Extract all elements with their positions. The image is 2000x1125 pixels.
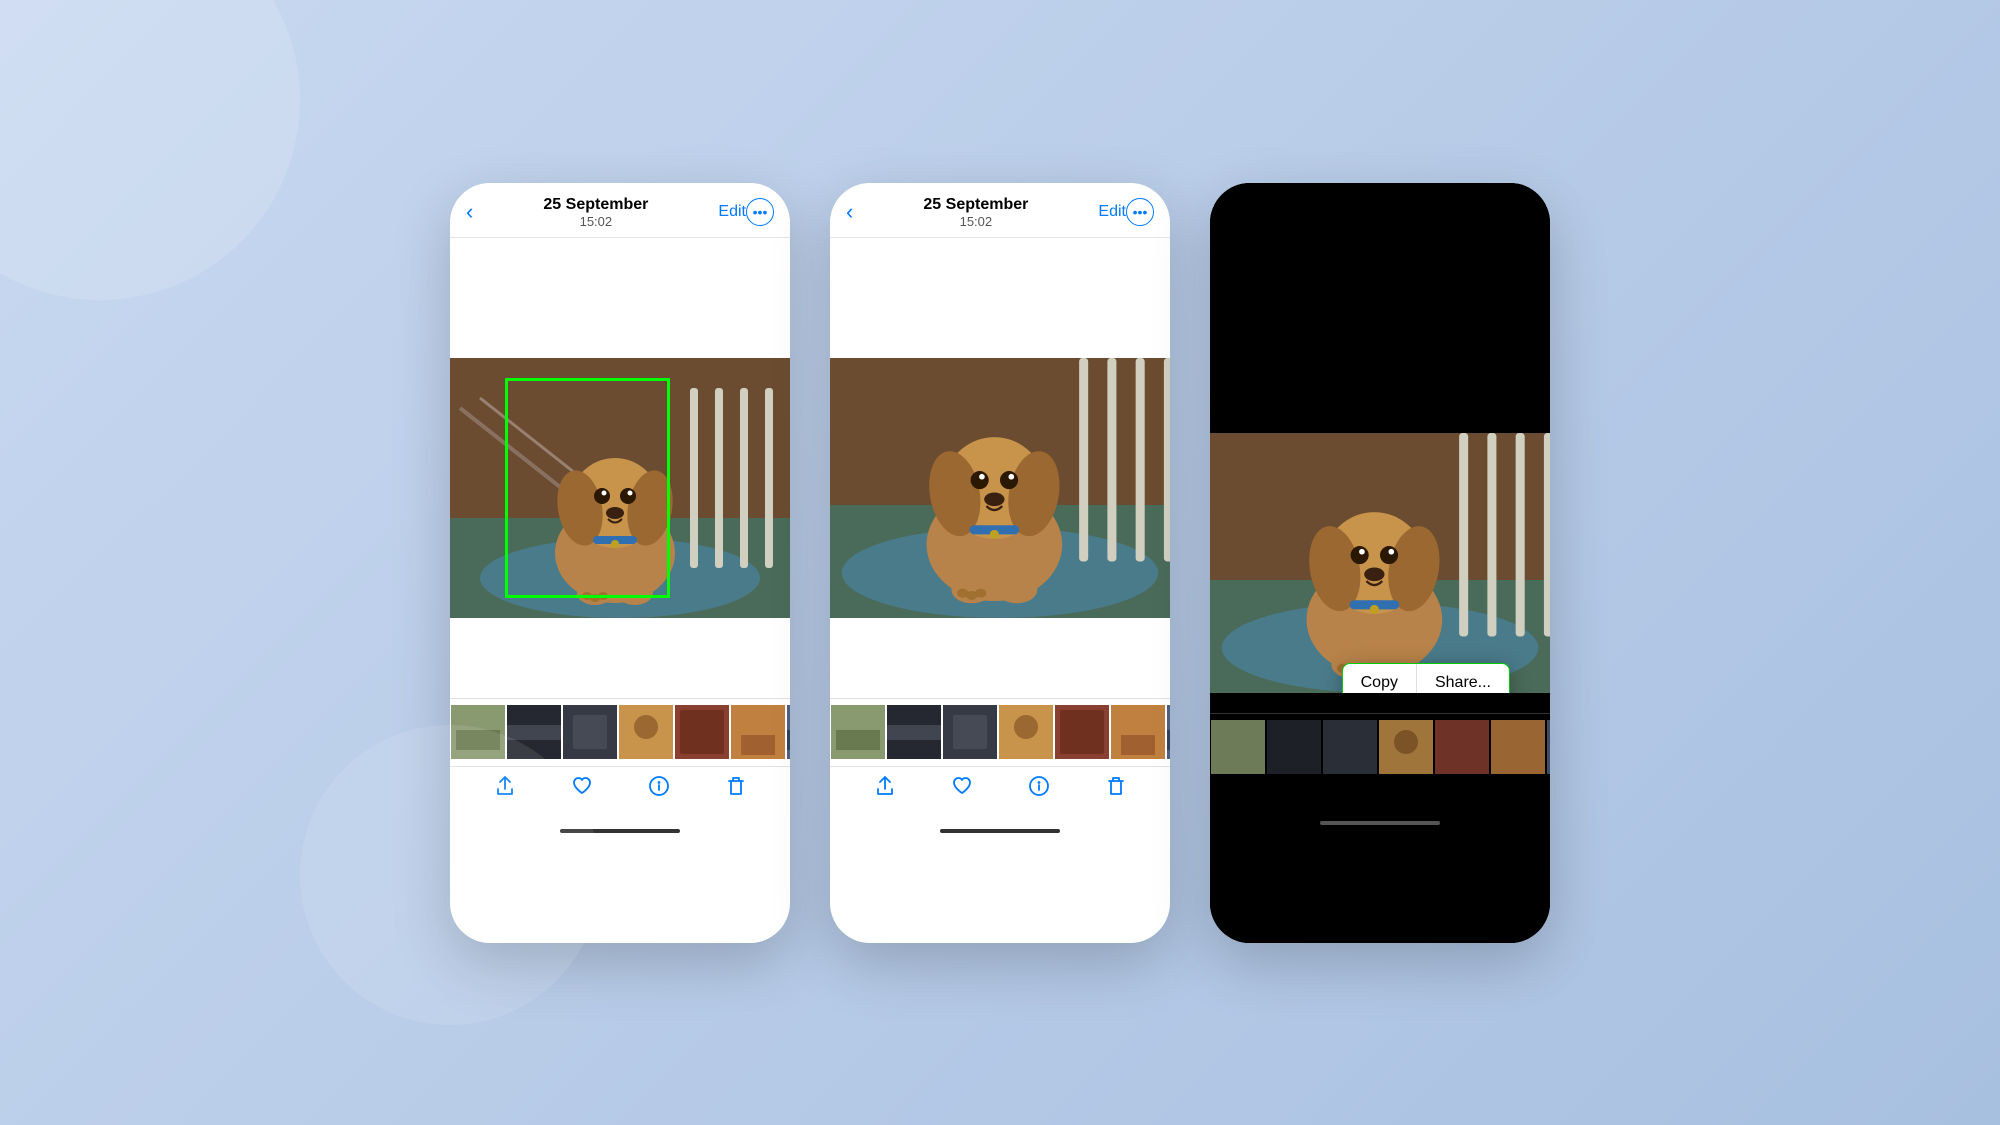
ellipsis-icon-1: ••• (753, 204, 768, 220)
info-button-2[interactable] (1028, 775, 1050, 803)
header-date-2: 25 September (853, 195, 1098, 214)
home-indicator-2 (830, 819, 1170, 843)
bottom-toolbar-1 (450, 766, 790, 819)
delete-button-1[interactable] (725, 775, 747, 803)
header-date-1: 25 September (473, 195, 718, 214)
edit-button-2[interactable]: Edit (1098, 203, 1126, 221)
thumbnail-3-1[interactable] (1211, 720, 1265, 774)
home-bar-2 (940, 829, 1060, 833)
header-time-1: 15:02 (473, 214, 718, 229)
photo-header-2: ‹ 25 September 15:02 Edit ••• (830, 183, 1170, 238)
phone-frame-3: Copy Share... (1210, 183, 1550, 943)
home-indicator-3 (1210, 811, 1550, 835)
ellipsis-icon-2: ••• (1133, 204, 1148, 220)
edit-button-1[interactable]: Edit (718, 203, 746, 221)
dark-photo-area: Copy Share... (1210, 183, 1550, 943)
thumbnail-7[interactable] (787, 705, 790, 759)
thumbnail-3-3[interactable] (1323, 720, 1377, 774)
thumbnail-1[interactable] (451, 705, 505, 759)
thumbnail-2-5[interactable] (1055, 705, 1109, 759)
thumbnail-6[interactable] (731, 705, 785, 759)
home-bar-3 (1320, 821, 1440, 825)
share-button-1[interactable] (494, 775, 516, 803)
thumbnail-strip-3 (1210, 713, 1550, 781)
home-bar-1 (560, 829, 680, 833)
header-time-2: 15:02 (853, 214, 1098, 229)
phone-frame-1: ‹ 25 September 15:02 Edit ••• (450, 183, 790, 943)
home-indicator-1 (450, 819, 790, 843)
thumbnail-strip-2 (830, 698, 1170, 766)
thumbnail-2-7[interactable] (1167, 705, 1170, 759)
thumbnail-4[interactable] (619, 705, 673, 759)
top-spacer-1 (450, 238, 790, 358)
favorite-button-2[interactable] (951, 775, 973, 803)
photo-header-1: ‹ 25 September 15:02 Edit ••• (450, 183, 790, 238)
thumbnail-2[interactable] (507, 705, 561, 759)
share-button-2[interactable] (874, 775, 896, 803)
favorite-button-1[interactable] (571, 775, 593, 803)
thumbnail-3-6[interactable] (1491, 720, 1545, 774)
more-button-1[interactable]: ••• (746, 198, 774, 226)
thumbnail-3[interactable] (563, 705, 617, 759)
thumbnail-2-2[interactable] (887, 705, 941, 759)
top-spacer-2 (830, 238, 1170, 358)
context-menu: Copy Share... (1342, 663, 1510, 693)
dog-photo-3: Copy Share... (1210, 433, 1550, 693)
thumbnail-3-4[interactable] (1379, 720, 1433, 774)
thumbnail-3-5[interactable] (1435, 720, 1489, 774)
phone-content-2: ‹ 25 September 15:02 Edit ••• (830, 183, 1170, 943)
delete-button-2[interactable] (1105, 775, 1127, 803)
copy-menu-item[interactable]: Copy (1343, 664, 1417, 693)
dog-photo-2 (830, 358, 1170, 618)
bottom-spacer-2 (830, 618, 1170, 698)
dark-top (1210, 183, 1550, 433)
thumbnail-3-7[interactable] (1547, 720, 1550, 774)
back-button-2[interactable]: ‹ (846, 199, 853, 225)
thumbnail-strip-1 (450, 698, 790, 766)
phone-content-1: ‹ 25 September 15:02 Edit ••• (450, 183, 790, 943)
more-button-2[interactable]: ••• (1126, 198, 1154, 226)
share-menu-item[interactable]: Share... (1417, 664, 1509, 693)
thumbnail-2-4[interactable] (999, 705, 1053, 759)
thumbnail-2-6[interactable] (1111, 705, 1165, 759)
info-button-1[interactable] (648, 775, 670, 803)
thumbnail-5[interactable] (675, 705, 729, 759)
bottom-toolbar-2 (830, 766, 1170, 819)
dog-photo-1 (450, 358, 790, 618)
phone-frame-2: ‹ 25 September 15:02 Edit ••• (830, 183, 1170, 943)
thumbnail-3-2[interactable] (1267, 720, 1321, 774)
header-title-2: 25 September 15:02 (853, 195, 1098, 229)
bottom-spacer-1 (450, 618, 790, 698)
thumbnail-2-3[interactable] (943, 705, 997, 759)
dark-bottom (1210, 693, 1550, 943)
back-button-1[interactable]: ‹ (466, 199, 473, 225)
thumbnail-2-1[interactable] (831, 705, 885, 759)
header-title-1: 25 September 15:02 (473, 195, 718, 229)
